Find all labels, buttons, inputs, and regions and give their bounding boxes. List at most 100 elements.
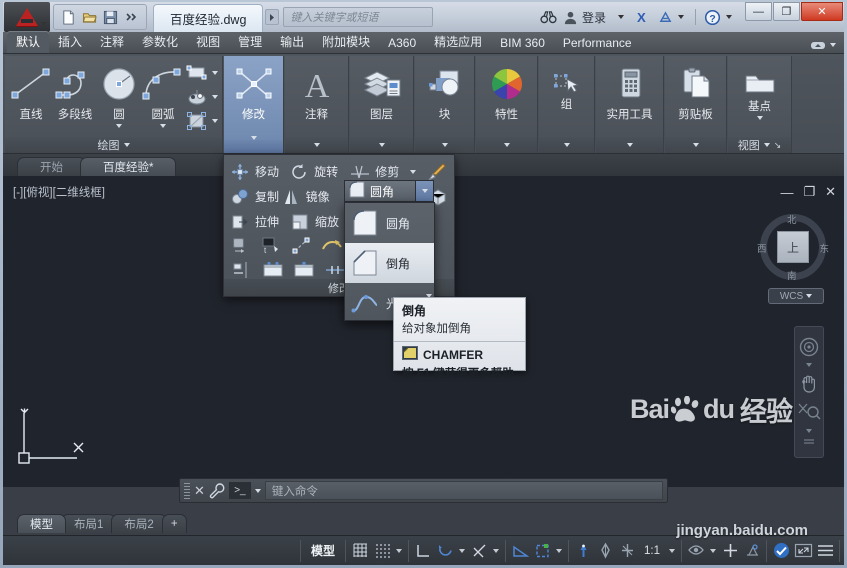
- annotation-eye-icon[interactable]: [685, 540, 707, 562]
- help-question-icon[interactable]: ?: [701, 6, 723, 28]
- fillet-dropdown-arrow[interactable]: [415, 180, 434, 202]
- clipboard-button[interactable]: 剪贴板: [669, 59, 722, 122]
- document-tab[interactable]: 百度经验.dwg: [153, 4, 264, 32]
- ribbon-collapse-chevron-icon[interactable]: [830, 43, 836, 47]
- viewport-restore-icon[interactable]: ❐: [803, 184, 815, 200]
- navbar-customize-icon[interactable]: [796, 437, 822, 447]
- modify-scale-button[interactable]: 缩放: [289, 211, 351, 233]
- draw-polyline-button[interactable]: 多段线: [53, 59, 97, 122]
- annotation-scale-value[interactable]: 1:1: [638, 545, 666, 557]
- viewport-minimize-icon[interactable]: —: [780, 185, 793, 200]
- layers-panel-chevron-icon[interactable]: [378, 143, 385, 147]
- base-point-chevron-down-icon[interactable]: [756, 116, 763, 120]
- hamburger-icon[interactable]: [814, 540, 836, 562]
- pan-hand-icon[interactable]: [796, 371, 822, 395]
- osnap-track-chevron-down-icon[interactable]: [493, 548, 499, 553]
- double-chevron-icon[interactable]: [122, 8, 141, 27]
- tab-performance[interactable]: Performance: [554, 34, 641, 53]
- help-chevron-down-icon[interactable]: [726, 15, 732, 19]
- modify-copy-button[interactable]: 复制: [229, 186, 280, 208]
- ribbon-collapse-icon[interactable]: [810, 39, 826, 51]
- draw-arc-button[interactable]: 圆弧: [141, 59, 185, 128]
- wrench-icon[interactable]: [209, 482, 225, 499]
- ortho-icon[interactable]: [412, 540, 434, 562]
- group-panel-footer[interactable]: [539, 137, 594, 153]
- polar-chevron-down-icon[interactable]: [459, 548, 465, 553]
- draw-circle-button[interactable]: 圆: [97, 59, 141, 128]
- a360-icon[interactable]: [654, 6, 676, 28]
- properties-panel-chevron-icon[interactable]: [503, 143, 510, 147]
- draw-panel-footer[interactable]: 绘图: [5, 137, 222, 153]
- group-panel-chevron-icon[interactable]: [563, 143, 570, 147]
- open-folder-icon[interactable]: [80, 8, 99, 27]
- utilities-panel-footer[interactable]: [596, 137, 663, 153]
- utilities-button[interactable]: 实用工具: [600, 59, 659, 122]
- fillet-menu-item-fillet[interactable]: 圆角: [345, 203, 434, 243]
- modify-stretch-button[interactable]: 拉伸: [229, 211, 289, 233]
- viewcube-west-label[interactable]: 西: [757, 241, 767, 255]
- clipboard-panel-footer[interactable]: [665, 137, 726, 153]
- zoom-chevron-down-icon[interactable]: [806, 429, 812, 433]
- ucs-chevron-down-icon[interactable]: [556, 548, 562, 553]
- modify-mirror-button[interactable]: 镜像: [280, 186, 332, 208]
- base-point-button[interactable]: 基点: [732, 59, 787, 120]
- draw-hatch-button[interactable]: [185, 86, 218, 108]
- autoscale-icon[interactable]: [719, 540, 741, 562]
- fillet-split-button[interactable]: 圆角: [344, 180, 416, 202]
- zoom-orbit-icon[interactable]: [796, 399, 822, 423]
- viewport-label[interactable]: [-][俯视][二维线框]: [13, 184, 105, 200]
- clipboard-panel-chevron-icon[interactable]: [692, 143, 699, 147]
- selection-cycling-icon[interactable]: [616, 540, 638, 562]
- tab-view[interactable]: 视图: [187, 31, 229, 53]
- properties-button[interactable]: 特性: [480, 59, 533, 122]
- steering-wheel-chevron-down-icon[interactable]: [806, 363, 812, 367]
- properties-panel-footer[interactable]: [476, 137, 537, 153]
- arc-chevron-down-icon[interactable]: [160, 124, 166, 128]
- minimize-button[interactable]: —: [745, 2, 772, 21]
- block-panel-chevron-icon[interactable]: [441, 143, 448, 147]
- autodesk-exchange-icon[interactable]: X: [632, 6, 654, 28]
- tab-insert[interactable]: 插入: [49, 31, 91, 53]
- tab-bim360[interactable]: BIM 360: [491, 34, 554, 53]
- layout-tab-model[interactable]: 模型: [17, 514, 66, 533]
- view-panel-dialog-launcher-icon[interactable]: ↘: [774, 140, 782, 151]
- ribbon-panel-modify[interactable]: 修改: [224, 56, 284, 153]
- viewport-close-icon[interactable]: ✕: [825, 184, 836, 200]
- draw-line-button[interactable]: 直线: [9, 59, 53, 122]
- snap-dots-icon[interactable]: [371, 540, 393, 562]
- steering-wheel-icon[interactable]: [796, 335, 822, 359]
- login-label[interactable]: 登录: [582, 9, 606, 26]
- tab-parametric[interactable]: 参数化: [133, 31, 187, 53]
- ucs-toggle-icon[interactable]: [531, 540, 553, 562]
- circle-chevron-down-icon[interactable]: [116, 124, 122, 128]
- application-menu-button[interactable]: [4, 2, 50, 32]
- block-button[interactable]: 块: [419, 59, 470, 122]
- tab-manage[interactable]: 管理: [229, 31, 271, 53]
- save-disk-icon[interactable]: [101, 8, 120, 27]
- command-line-close-button[interactable]: ✕: [194, 483, 205, 499]
- layout-tab-add-button[interactable]: +: [161, 514, 187, 533]
- viewcube-south-label[interactable]: 南: [787, 268, 797, 282]
- visibility-chevron-down-icon[interactable]: [710, 548, 716, 553]
- tab-featured-apps[interactable]: 精选应用: [425, 31, 491, 53]
- osnap-track-icon[interactable]: [468, 540, 490, 562]
- console-prompt-icon[interactable]: >_: [228, 482, 251, 499]
- snap-chevron-down-icon[interactable]: [396, 548, 402, 553]
- person-icon[interactable]: [560, 6, 582, 28]
- command-prompt-chevron-down-icon[interactable]: [254, 488, 261, 493]
- lineweight-icon[interactable]: [572, 540, 594, 562]
- view-panel-chevron-icon[interactable]: [763, 143, 770, 147]
- scale-chevron-down-icon[interactable]: [669, 548, 675, 553]
- layers-panel-footer[interactable]: [350, 137, 413, 153]
- search-input[interactable]: 键入关键字或短语: [283, 7, 434, 27]
- maximize-button[interactable]: ❐: [773, 2, 800, 21]
- login-chevron-down-icon[interactable]: [618, 15, 624, 19]
- tab-annotate[interactable]: 注释: [91, 31, 133, 53]
- annotation-button[interactable]: A 注释: [289, 59, 344, 122]
- annotation-scale-icon[interactable]: [741, 540, 763, 562]
- layout-tab-layout1[interactable]: 布局1: [61, 514, 117, 533]
- polar-icon[interactable]: [434, 540, 456, 562]
- binoculars-icon[interactable]: [538, 6, 560, 28]
- draw-panel-chevron-icon[interactable]: [123, 143, 130, 147]
- tab-output[interactable]: 输出: [271, 31, 313, 53]
